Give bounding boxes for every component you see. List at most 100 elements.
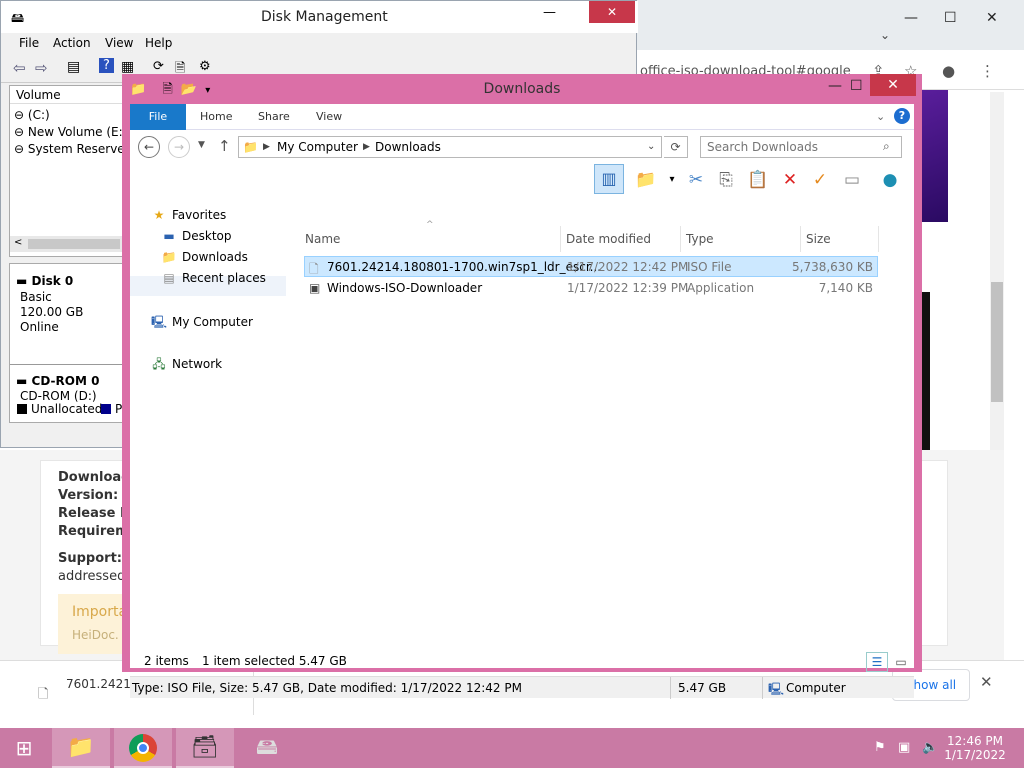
system-clock[interactable]: 12:46 PM 1/17/2022 <box>940 734 1010 762</box>
preview-pane-icon[interactable]: ▥ <box>594 164 624 194</box>
action-center-flag-icon[interactable]: ⚑ <box>874 740 886 755</box>
disk0-name[interactable]: ▬ Disk 0 <box>16 274 73 288</box>
explorer-close-button[interactable]: ✕ <box>870 74 916 96</box>
copy-icon[interactable]: ⎘ <box>714 169 738 191</box>
hscroll-thumb[interactable] <box>28 239 120 249</box>
tab-file[interactable]: File <box>130 104 186 130</box>
volume-c[interactable]: ⊖ (C:) <box>14 108 50 122</box>
forward-arrow-icon[interactable]: ⇨ <box>35 59 48 77</box>
volume-hscrollbar[interactable]: < <box>10 236 124 252</box>
nav-recent-places[interactable]: ▤ Recent places <box>160 271 266 285</box>
up-arrow-icon[interactable]: ↑ <box>218 137 231 155</box>
divider <box>762 677 763 699</box>
delete-icon[interactable]: ✕ <box>778 169 802 191</box>
nav-downloads[interactable]: 📁 Downloads <box>160 250 248 264</box>
disk-app-icon: 🖴 <box>11 11 25 26</box>
disk-graph-pane: ▬ Disk 0 Basic 120.00 GB Online ▬ CD-ROM… <box>9 263 126 423</box>
nav-network[interactable]: 🖧 Network <box>150 355 222 376</box>
taskbar-archive-app[interactable]: 🗃 <box>176 728 234 768</box>
menu-file[interactable]: File <box>19 36 39 50</box>
disk-menubar: File Action View Help <box>1 33 638 55</box>
start-button[interactable]: ⊞ <box>0 728 48 768</box>
volume-muted-icon[interactable]: 🔈 <box>922 740 938 755</box>
file-row-iso[interactable]: 🗋 7601.24214.180801-1700.win7sp1_ldr_esc… <box>304 256 878 277</box>
refresh-icon[interactable]: ⟳ <box>153 59 164 74</box>
column-type[interactable]: Type <box>686 232 714 246</box>
tab-dropdown-icon[interactable]: ⌄ <box>880 28 890 42</box>
breadcrumb-downloads[interactable]: Downloads <box>375 140 441 154</box>
column-size[interactable]: Size <box>806 232 831 246</box>
help-icon[interactable]: ? <box>894 108 910 124</box>
computer-icon: 🖳 <box>150 315 167 329</box>
nav-favorites[interactable]: ★ Favorites <box>150 208 227 222</box>
address-bar[interactable]: 📁 ▶ My Computer ▶ Downloads ⌄ <box>238 136 662 158</box>
large-icons-view-icon[interactable]: ▭ <box>890 652 912 672</box>
menu-view[interactable]: View <box>105 36 133 50</box>
browser-maximize-button[interactable]: ☐ <box>944 10 957 26</box>
close-download-bar-icon[interactable]: ✕ <box>980 673 993 691</box>
tab-view[interactable]: View <box>316 110 342 123</box>
folder-options-icon[interactable]: 📁 <box>634 169 658 191</box>
properties-icon[interactable]: ▦ <box>121 59 134 75</box>
network-globe-icon[interactable]: ● <box>878 169 902 191</box>
cut-icon[interactable]: ✂ <box>684 169 708 191</box>
ribbon-expand-icon[interactable]: ⌄ <box>876 110 885 123</box>
checkmark-icon[interactable]: ✓ <box>808 169 832 191</box>
chrome-icon <box>129 734 157 762</box>
profile-icon[interactable]: ● <box>942 62 955 80</box>
nav-my-computer[interactable]: 🖳 My Computer <box>150 313 253 334</box>
ad-banner-image <box>918 90 948 222</box>
recent-locations-icon[interactable]: ▼ <box>198 140 205 150</box>
tab-home[interactable]: Home <box>200 110 232 123</box>
browser-minimize-button[interactable]: — <box>904 10 918 26</box>
column-date-modified[interactable]: Date modified <box>566 232 651 246</box>
console-tree-icon[interactable]: ▤ <box>67 59 80 75</box>
network-status-icon[interactable]: ▣ <box>898 740 910 755</box>
important-note-box: Importa HeiDoc. <box>58 594 127 654</box>
volume-e[interactable]: ⊖ New Volume (E:) <box>14 125 127 139</box>
file-name[interactable]: Windows-ISO-Downloader <box>327 281 482 295</box>
address-dropdown-icon[interactable]: ⌄ <box>647 141 655 152</box>
file-row-app[interactable]: ▣ Windows-ISO-Downloader 1/17/2022 12:39… <box>304 278 878 299</box>
tab-share[interactable]: Share <box>258 110 290 123</box>
status-bar: 2 items 1 item selected 5.47 GB <box>130 652 914 672</box>
browser-scrollbar-thumb[interactable] <box>991 282 1003 402</box>
disk0-type: Basic <box>20 290 52 304</box>
rename-icon[interactable]: ▭ <box>840 169 864 191</box>
paste-icon[interactable]: 📋 <box>746 169 770 191</box>
disk-minimize-button[interactable]: — <box>543 5 556 20</box>
taskbar-file-explorer[interactable]: 📁 <box>52 728 110 768</box>
menu-help[interactable]: Help <box>145 36 172 50</box>
forward-button[interactable]: → <box>168 136 190 158</box>
volume-system-reserved[interactable]: ⊖ System Reserved <box>14 142 132 156</box>
details-view-icon[interactable]: ☰ <box>866 652 888 672</box>
back-button[interactable]: ← <box>138 136 160 158</box>
search-box[interactable]: ⌕ <box>700 136 902 158</box>
ribbon-tabs: File Home Share View ⌄ ? <box>130 104 914 130</box>
navigation-bar: ← → ▼ ↑ 📁 ▶ My Computer ▶ Downloads ⌄ ⟳ … <box>130 132 914 162</box>
legend-unallocated: Unallocated <box>31 402 103 416</box>
explorer-maximize-button[interactable]: ☐ <box>850 78 863 94</box>
options-dropdown-icon[interactable]: ▾ <box>660 169 684 191</box>
disk-mgmt-titlebar[interactable]: 🖴 Disk Management — ✕ <box>1 1 638 33</box>
file-name[interactable]: 7601.24214.180801-1700.win7sp1_ldr_escr.… <box>327 260 601 274</box>
volume-column-header[interactable]: Volume <box>10 86 126 104</box>
nav-desktop[interactable]: ▬ Desktop <box>160 229 231 243</box>
scroll-left-icon[interactable]: < <box>14 237 22 248</box>
menu-kebab-icon[interactable]: ⋮ <box>980 62 995 80</box>
menu-action[interactable]: Action <box>53 36 91 50</box>
column-name[interactable]: Name <box>305 232 340 246</box>
browser-close-button[interactable]: ✕ <box>986 10 998 26</box>
taskbar-chrome[interactable] <box>114 728 172 768</box>
breadcrumb-my-computer[interactable]: My Computer <box>277 140 358 154</box>
disk-close-button[interactable]: ✕ <box>589 1 635 23</box>
taskbar-disk-management[interactable]: 🖴 <box>238 728 296 768</box>
help-icon[interactable]: ? <box>99 58 114 73</box>
settings-icon[interactable]: ⚙ <box>199 59 211 74</box>
search-input[interactable] <box>701 137 879 157</box>
refresh-button[interactable]: ⟳ <box>664 136 688 158</box>
search-icon[interactable]: ⌕ <box>883 139 890 154</box>
back-arrow-icon[interactable]: ⇦ <box>13 59 26 77</box>
explorer-minimize-button[interactable]: — <box>828 78 842 94</box>
cdrom0-name[interactable]: ▬ CD-ROM 0 <box>16 374 99 388</box>
